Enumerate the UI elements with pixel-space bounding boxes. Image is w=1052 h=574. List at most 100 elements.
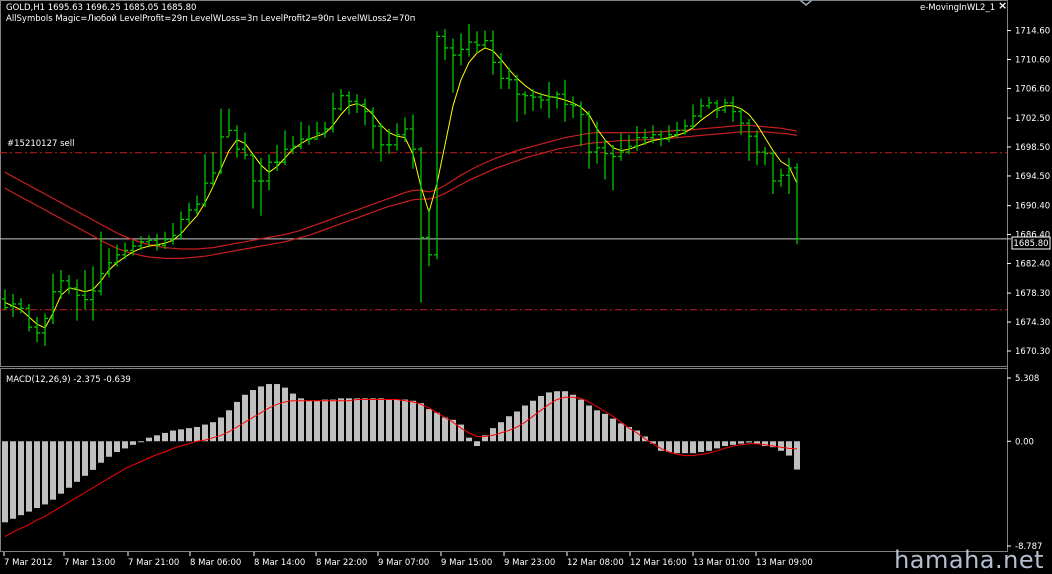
macd-bar — [82, 441, 88, 476]
macd-bar — [242, 394, 248, 442]
macd-bar — [314, 400, 320, 442]
macd-bar — [394, 399, 400, 442]
macd-bar — [666, 441, 672, 452]
macd-bar — [218, 417, 224, 442]
macd-bar — [538, 395, 544, 442]
macd-bar — [98, 441, 104, 463]
macd-bar — [618, 423, 624, 442]
macd-bar — [170, 430, 176, 442]
indicator-name: e-MovingInWL2_1 — [920, 3, 996, 13]
macd-bar — [546, 392, 552, 442]
macd-bar — [362, 398, 368, 442]
close-icon[interactable]: × — [998, 0, 1007, 11]
expert-params: AllSymbols Magic=Любой LevelProfit=29п L… — [6, 14, 416, 24]
macd-bar — [162, 432, 168, 442]
macd-bar — [746, 441, 752, 443]
price-tick-label: 1678.30 — [1015, 289, 1050, 299]
macd-bar — [682, 441, 688, 454]
macd-tick-label: 5.308 — [1015, 374, 1039, 384]
macd-bar — [410, 400, 416, 442]
macd-bar — [466, 437, 472, 442]
macd-bar — [10, 441, 16, 519]
macd-bar — [338, 398, 344, 442]
time-tick-label: 8 Mar 14:00 — [254, 558, 305, 568]
macd-bar — [402, 399, 408, 442]
macd-bar — [146, 437, 152, 442]
time-tick-label: 12 Mar 08:00 — [567, 558, 624, 568]
macd-bar — [282, 387, 288, 442]
macd-bar — [266, 384, 272, 442]
macd-label: MACD(12,26,9) -2.375 -0.639 — [6, 375, 131, 385]
time-tick-label: 8 Mar 22:00 — [316, 558, 367, 568]
macd-bar — [778, 441, 784, 451]
macd-bar — [18, 441, 24, 516]
macd-bar — [578, 399, 584, 442]
macd-bar — [114, 441, 120, 452]
macd-bar — [354, 398, 360, 442]
macd-bar — [42, 441, 48, 505]
time-tick-label: 9 Mar 07:00 — [378, 558, 429, 568]
price-tick-label: 1702.50 — [1015, 114, 1050, 124]
macd-bar — [130, 441, 136, 445]
macd-bar — [34, 441, 40, 509]
time-tick-label: 7 Mar 21:00 — [128, 558, 179, 568]
time-tick-label: 13 Mar 01:00 — [693, 558, 750, 568]
time-tick-label: 7 Mar 2012 — [4, 558, 52, 568]
macd-bar — [50, 441, 56, 500]
macd-bar — [346, 398, 352, 442]
chart-window[interactable]: 1714.60 1710.60 1706.60 1702.50 1698.50 1694.… — [0, 0, 1052, 574]
macd-bar — [194, 426, 200, 442]
macd-bar — [426, 409, 432, 442]
macd-bar — [58, 441, 64, 494]
macd-bar — [322, 399, 328, 442]
macd-bar — [714, 441, 720, 449]
macd-bar — [506, 416, 512, 442]
macd-bar — [434, 412, 440, 442]
macd-bar — [122, 441, 128, 449]
macd-bar — [450, 419, 456, 442]
time-tick-label: 13 Mar 09:00 — [756, 558, 813, 568]
macd-bar — [442, 417, 448, 442]
macd-bar — [154, 435, 160, 442]
macd-bar — [514, 411, 520, 442]
price-tick-label: 1670.30 — [1015, 347, 1050, 357]
macd-bar — [594, 410, 600, 442]
price-tick-label: 1714.60 — [1015, 27, 1050, 37]
macd-bar — [690, 441, 696, 454]
macd-bar — [730, 441, 736, 445]
macd-bar — [26, 441, 32, 512]
macd-bar — [562, 391, 568, 442]
macd-bar — [698, 441, 704, 452]
macd-bar — [674, 441, 680, 454]
macd-bar — [90, 441, 96, 470]
macd-bar — [794, 441, 800, 470]
price-tag: 1685.80 — [1013, 239, 1048, 249]
macd-bar — [306, 400, 312, 442]
macd-bar — [298, 398, 304, 442]
macd-bar — [370, 398, 376, 442]
macd-bar — [586, 405, 592, 442]
macd-bar — [570, 394, 576, 442]
macd-bar — [186, 428, 192, 442]
macd-bar — [610, 418, 616, 442]
price-tick-label: 1710.60 — [1015, 56, 1050, 66]
macd-bar — [530, 400, 536, 442]
macd-bar — [602, 413, 608, 442]
macd-bar — [66, 441, 72, 488]
macd-bar — [202, 424, 208, 442]
macd-bar — [722, 441, 728, 447]
macd-bar — [226, 410, 232, 442]
time-tick-label: 12 Mar 16:00 — [630, 558, 687, 568]
order-label[interactable]: #15210127 sell — [7, 139, 74, 149]
time-tick-label: 9 Mar 23:00 — [504, 558, 555, 568]
macd-bar — [234, 401, 240, 442]
price-tick-label: 1674.30 — [1015, 318, 1050, 328]
price-tick-label: 1690.40 — [1015, 202, 1050, 212]
macd-bar — [138, 441, 144, 443]
macd-bar — [274, 384, 280, 442]
macd-bar — [386, 399, 392, 442]
chart-canvas[interactable]: 1714.60 1710.60 1706.60 1702.50 1698.50 1694.… — [0, 0, 1052, 570]
price-tick-label: 1682.40 — [1015, 259, 1050, 269]
time-tick-label: 8 Mar 06:00 — [190, 558, 241, 568]
price-tick-label: 1698.50 — [1015, 143, 1050, 153]
